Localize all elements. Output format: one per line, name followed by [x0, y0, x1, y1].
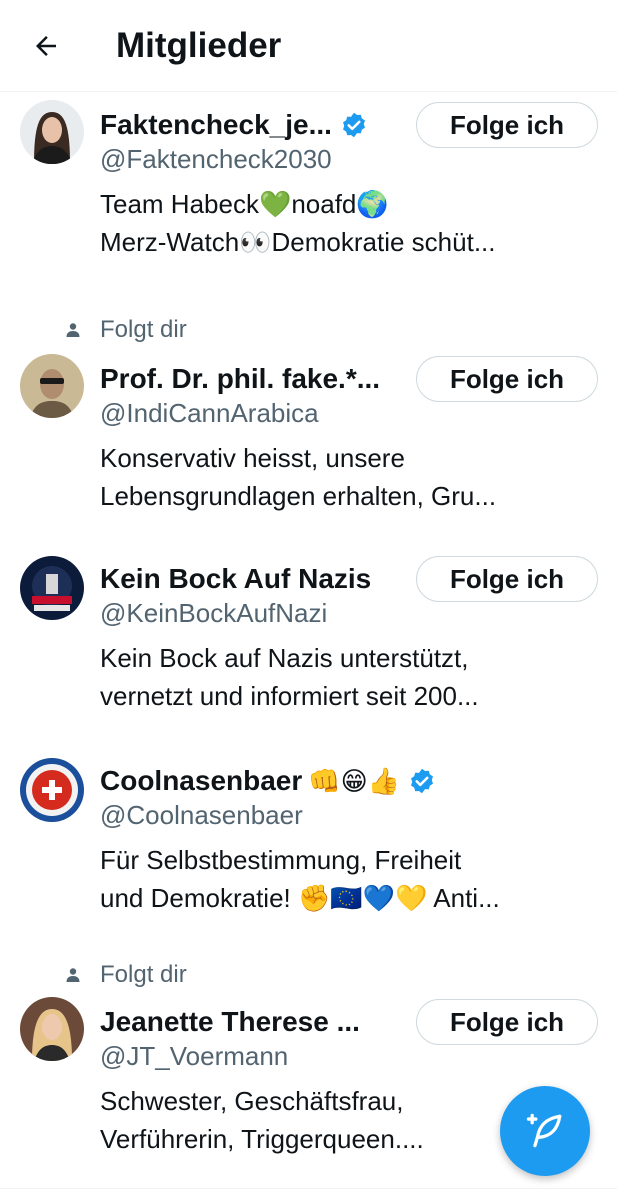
bio-line: Kein Bock auf Nazis unterstützt,	[100, 643, 469, 673]
user-handle: @KeinBockAufNazi	[100, 598, 328, 628]
display-name: Jeanette Therese ...	[100, 1006, 360, 1037]
follows-you-label: Folgt dir	[100, 961, 187, 988]
user-handle: @Faktencheck2030	[100, 144, 332, 174]
list-item[interactable]: Coolnasenbaer 👊😁👍 @Coolnasenbaer Für Sel…	[0, 744, 617, 949]
name-row: Prof. Dr. phil. fake.*...	[100, 362, 380, 396]
list-item[interactable]: Folgt dir Prof. Dr. phil. fake.*... @Ind…	[0, 302, 617, 542]
display-name: Prof. Dr. phil. fake.*...	[100, 363, 381, 394]
bio-line: Lebensgrundlagen erhalten, Gru...	[100, 481, 497, 511]
following-button[interactable]: Folge ich	[416, 999, 598, 1045]
display-name: Kein Bock Auf Nazis	[100, 563, 372, 594]
following-button[interactable]: Folge ich	[416, 356, 598, 402]
display-name: Coolnasenbaer	[100, 765, 303, 796]
avatar[interactable]	[20, 758, 84, 822]
bio-line: Team Habeck💚noafd🌍	[100, 189, 389, 219]
name-row: Jeanette Therese ...	[100, 1005, 360, 1039]
bio-line: vernetzt und informiert seit 200...	[100, 681, 479, 711]
avatar[interactable]	[20, 997, 84, 1061]
verified-badge-icon	[342, 112, 365, 138]
user-handle: @JT_Voermann	[100, 1041, 289, 1071]
user-bio: Für Selbstbestimmung, Freiheit und Demok…	[100, 841, 600, 917]
user-bio: Team Habeck💚noafd🌍 Merz-Watch👀Demokratie…	[100, 185, 600, 261]
compose-post-icon	[526, 1113, 562, 1148]
person-icon	[66, 323, 80, 337]
list-item[interactable]: Faktencheck_je... @Faktencheck2030 Team …	[0, 92, 617, 302]
member-list: Faktencheck_je... @Faktencheck2030 Team …	[0, 92, 617, 1189]
user-bio: Kein Bock auf Nazis unterstützt, vernetz…	[100, 639, 600, 715]
bio-line: Merz-Watch👀Demokratie schüt...	[100, 227, 496, 257]
verified-badge-icon	[411, 768, 434, 794]
following-button[interactable]: Folge ich	[416, 102, 598, 148]
user-handle: @Coolnasenbaer	[100, 800, 303, 830]
name-row: Kein Bock Auf Nazis	[100, 562, 371, 596]
follows-you-label: Folgt dir	[100, 316, 187, 343]
divider	[0, 1188, 617, 1189]
display-name: Faktencheck_je...	[100, 109, 332, 140]
arrow-left-icon	[36, 36, 56, 56]
avatar[interactable]	[20, 100, 84, 164]
follows-you-row: Folgt dir	[0, 310, 617, 350]
avatar[interactable]	[20, 354, 84, 418]
user-bio: Konservativ heisst, unsere Lebensgrundla…	[100, 439, 600, 515]
user-handle: @IndiCannArabica	[100, 398, 319, 428]
name-row: Coolnasenbaer 👊😁👍	[100, 764, 436, 798]
bio-line: und Demokratie! ✊🇪🇺💙💛 Anti...	[100, 883, 500, 913]
back-button[interactable]	[24, 24, 68, 68]
bio-line: Konservativ heisst, unsere	[100, 443, 405, 473]
avatar[interactable]	[20, 556, 84, 620]
follows-you-row: Folgt dir	[0, 955, 617, 995]
compose-post-button[interactable]	[500, 1086, 590, 1176]
person-icon	[66, 968, 80, 982]
bio-line: Für Selbstbestimmung, Freiheit	[100, 845, 462, 875]
following-button[interactable]: Folge ich	[416, 556, 598, 602]
name-emojis: 👊😁👍	[308, 765, 401, 796]
page-title: Mitglieder	[116, 26, 282, 65]
name-row: Faktencheck_je...	[100, 108, 368, 142]
list-item[interactable]: Kein Bock Auf Nazis @KeinBockAufNazi Kei…	[0, 542, 617, 744]
top-bar: Mitglieder	[0, 0, 617, 92]
